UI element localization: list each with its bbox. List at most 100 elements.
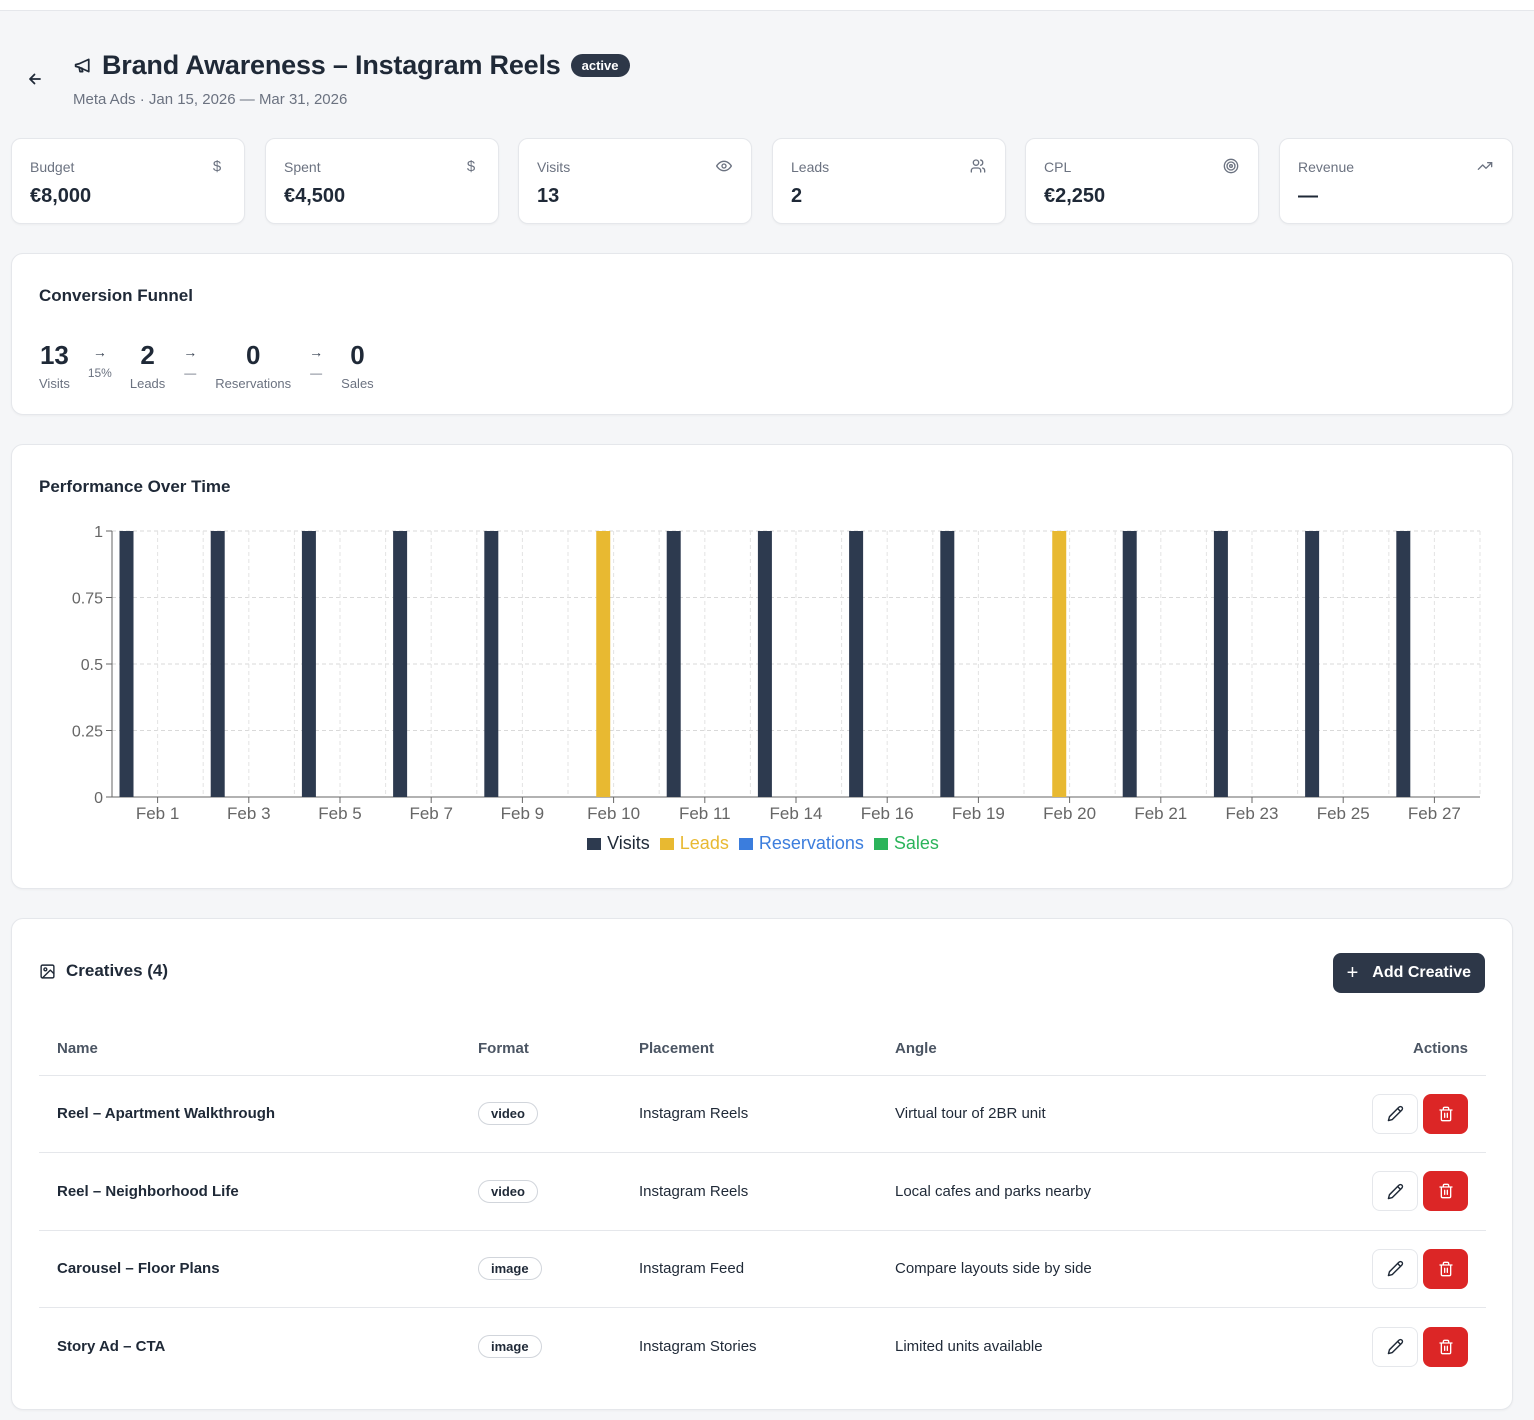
- actions-cell: [1286, 1230, 1486, 1308]
- funnel-step-visits: 13 Visits: [39, 340, 70, 391]
- edit-button[interactable]: [1372, 1093, 1418, 1134]
- creatives-header: Creatives (4): [39, 961, 168, 981]
- x-tick-label: Feb 14: [770, 804, 823, 823]
- bar-leads: [596, 531, 611, 797]
- users-icon: [969, 157, 987, 175]
- x-tick-label: Feb 9: [501, 804, 544, 823]
- trash-icon: [1438, 1339, 1453, 1354]
- legend-item-leads[interactable]: Leads: [659, 833, 729, 854]
- edit-button[interactable]: [1372, 1171, 1418, 1212]
- trash-icon: [1438, 1183, 1453, 1199]
- performance-chart: 0 0.25 0.5 0.75 1 Feb 1 Feb 3 Feb 5 Feb 7 Feb 9 Fe…: [72, 524, 1481, 823]
- stat-label: Visits: [537, 159, 571, 175]
- creatives-card: Creatives (4) + Add Creative Name Format…: [11, 918, 1513, 1410]
- add-creative-label: Add Creative: [1372, 964, 1471, 981]
- add-creative-button[interactable]: + Add Creative: [1332, 953, 1485, 993]
- legend-label: Visits: [607, 833, 650, 853]
- bar-visits: [1213, 531, 1228, 797]
- stat-label: Spent: [284, 159, 321, 175]
- legend-item-visits[interactable]: Visits: [587, 833, 650, 854]
- creative-name: Reel – Apartment Walkthrough: [39, 1075, 460, 1153]
- edit-button[interactable]: [1372, 1248, 1418, 1289]
- format-cell: video: [460, 1152, 621, 1231]
- conversion-rate: —: [310, 366, 323, 380]
- creative-name: Reel – Neighborhood Life: [39, 1152, 460, 1231]
- stat-card-spent: Spent $ €4,500: [265, 138, 499, 224]
- format-cell: video: [460, 1075, 621, 1153]
- bar-visits: [1122, 531, 1137, 797]
- format-badge: image: [478, 1335, 542, 1358]
- funnel-arrow: → —: [183, 344, 197, 380]
- legend-label: Leads: [679, 833, 729, 853]
- funnel-step-reservations: 0 Reservations: [215, 340, 291, 391]
- legend-item-sales[interactable]: Sales: [873, 833, 939, 854]
- trending-up-icon: [1476, 157, 1494, 175]
- bar-visits: [940, 531, 955, 797]
- actions-cell: [1286, 1075, 1486, 1153]
- delete-button[interactable]: [1423, 1248, 1468, 1289]
- table-row: Carousel – Floor Plans image Instagram F…: [39, 1230, 1486, 1308]
- conversion-rate: 15%: [87, 366, 112, 380]
- table-header-row: Name Format Placement Angle Actions: [39, 1023, 1486, 1076]
- creatives-title: Creatives (4): [66, 961, 169, 980]
- x-tick-label: Feb 19: [952, 804, 1005, 823]
- x-tick-label: Feb 5: [318, 804, 361, 823]
- conversion-rate: —: [184, 366, 197, 380]
- funnel-step-sales: 0 Sales: [341, 340, 374, 391]
- funnel-label: Sales: [341, 376, 374, 391]
- stat-label: Budget: [30, 159, 75, 175]
- arrow-left-icon: [29, 73, 41, 85]
- table-row: Story Ad – CTA image Instagram Stories L…: [39, 1308, 1486, 1386]
- funnel-step-leads: 2 Leads: [130, 340, 165, 391]
- table-row: Reel – Apartment Walkthrough video Insta…: [39, 1075, 1486, 1153]
- legend-swatch: [738, 837, 753, 850]
- stat-value: —: [1298, 185, 1318, 207]
- stat-value: 2: [791, 185, 803, 207]
- campaign-subtitle: Meta Ads · Jan 15, 2026 — Mar 31, 2026: [73, 91, 348, 108]
- creative-name: Carousel – Floor Plans: [39, 1230, 460, 1308]
- bar-visits: [484, 531, 499, 797]
- funnel-label: Reservations: [215, 376, 292, 391]
- format-badge: video: [478, 1179, 538, 1203]
- placement-cell: Instagram Stories: [639, 1338, 757, 1355]
- edit-button[interactable]: [1372, 1326, 1418, 1367]
- dollar-icon: $: [466, 157, 476, 175]
- pencil-icon: [1387, 1261, 1403, 1277]
- trash-icon: [1438, 1106, 1453, 1122]
- image-icon: [39, 963, 56, 980]
- delete-button[interactable]: [1423, 1093, 1468, 1134]
- delete-button[interactable]: [1423, 1171, 1468, 1212]
- legend-item-reservations[interactable]: Reservations: [738, 833, 864, 854]
- stat-value: €8,000: [30, 185, 92, 207]
- column-header-name: Name: [39, 1023, 460, 1076]
- bar-visits: [119, 531, 134, 797]
- trash-icon: [1438, 1261, 1453, 1277]
- pencil-icon: [1387, 1106, 1403, 1122]
- stat-card-leads: Leads 2: [772, 138, 1006, 224]
- delete-button[interactable]: [1423, 1326, 1468, 1367]
- funnel-value: 0: [245, 340, 261, 370]
- y-tick-label: 0.5: [81, 657, 103, 674]
- x-tick-label: Feb 1: [136, 804, 179, 823]
- back-button[interactable]: [24, 68, 46, 90]
- legend-swatch: [873, 837, 888, 850]
- funnel-label: Leads: [129, 376, 166, 391]
- column-header-format: Format: [460, 1023, 621, 1076]
- creative-name: Story Ad – CTA: [57, 1338, 166, 1355]
- actions-cell: [1286, 1152, 1486, 1231]
- stat-card-cpl: CPL €2,250: [1025, 138, 1259, 224]
- bar-visits: [849, 531, 864, 797]
- x-tick-label: Feb 20: [1043, 804, 1096, 823]
- y-tick-label: 1: [94, 524, 103, 541]
- x-tick-label: Feb 3: [227, 804, 270, 823]
- x-tick-label: Feb 7: [409, 804, 452, 823]
- dollar-icon: $: [212, 157, 222, 175]
- funnel-value: 13: [39, 340, 69, 370]
- stat-value: €4,500: [284, 185, 346, 207]
- stat-label: Revenue: [1298, 159, 1355, 175]
- angle-cell: Virtual tour of 2BR unit: [877, 1075, 1286, 1153]
- bar-visits: [210, 531, 225, 797]
- performance-card: Performance Over Time 0 0.25 0.5 0.75 1 Feb 1…: [11, 444, 1513, 889]
- arrow-right-icon: →: [183, 344, 198, 360]
- x-tick-label: Feb 21: [1134, 804, 1187, 823]
